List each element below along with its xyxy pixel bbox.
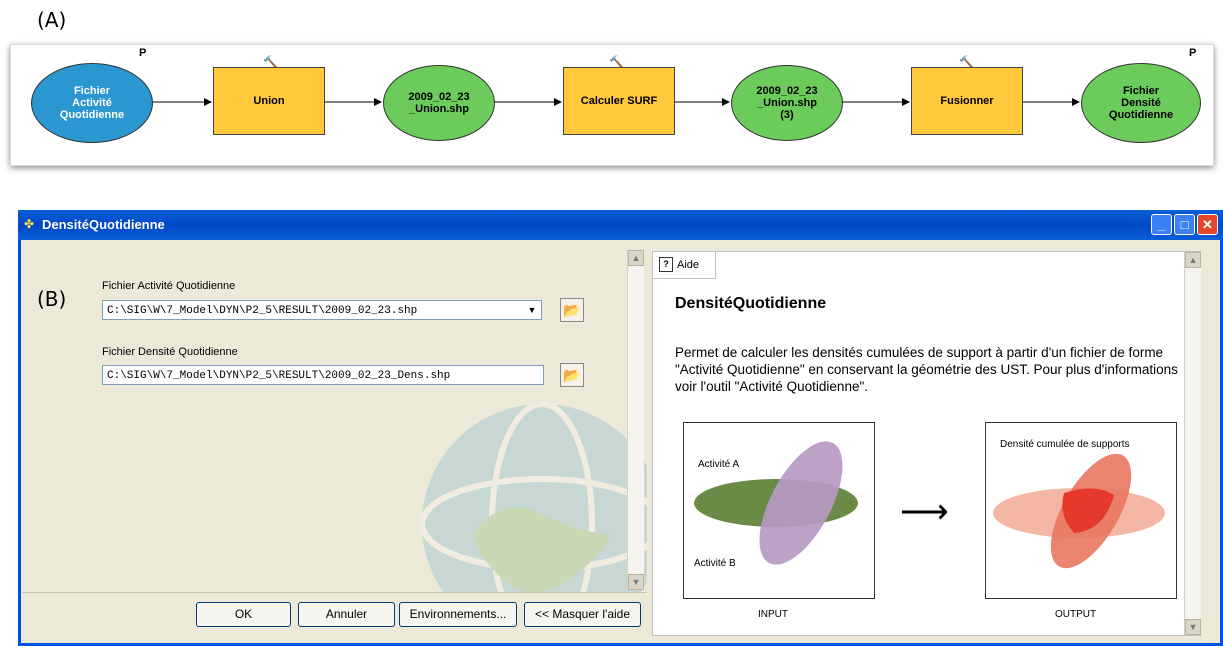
dropdown-arrow-icon[interactable]: ▼ [524,302,540,318]
minimize-icon[interactable]: _ [1151,214,1172,235]
environments-button[interactable]: Environnements... [399,602,517,627]
node-output-file[interactable]: Fichier Densité Quotidienne [1081,63,1201,143]
scroll-up-icon[interactable]: ▲ [628,250,644,266]
help-panel: ? Aide DensitéQuotidienne Permet de calc… [652,251,1201,636]
window-title: DensitéQuotidienne [42,217,165,232]
maximize-icon[interactable]: □ [1174,214,1195,235]
input-figure: Activité A Activité B [683,422,875,599]
input-caption: INPUT [758,609,788,620]
node-input-file[interactable]: Fichier Activité Quotidienne [31,63,153,143]
button-bar-divider [22,592,647,593]
model-diagram: P Fichier Activité Quotidienne 🔨 Union 2… [10,44,1214,166]
open-folder-icon[interactable]: 📂 [560,363,584,387]
help-tab[interactable]: ? Aide [653,252,716,279]
globe-watermark [419,401,647,592]
param-marker: P [139,47,147,59]
label-a: (A) [37,8,67,32]
output-figure: Densité cumulée de supports [985,422,1177,599]
help-description: Permet de calculer les densités cumulées… [675,345,1178,394]
densite-label: Densité cumulée de supports [1000,439,1130,450]
field2-label: Fichier Densité Quotidienne [102,346,238,358]
title-bar[interactable]: ✤ DensitéQuotidienne _ □ ✕ [18,210,1223,240]
parameters-panel [22,244,647,592]
scroll-up-icon[interactable]: ▲ [1185,252,1201,268]
density-file-input[interactable]: C:\SIG\W\7_Model\DYN\P2_5\RESULT\2009_02… [102,365,544,385]
node-fusionner[interactable]: Fusionner [911,67,1023,135]
node-calc-output[interactable]: 2009_02_23 _Union.shp (3) [731,65,843,141]
ok-button[interactable]: OK [196,602,291,627]
help-icon: ? [659,257,673,272]
activite-a-label: Activité A [698,459,740,470]
node-union[interactable]: Union [213,67,325,135]
param-marker: P [1189,47,1197,59]
open-folder-icon[interactable]: 📂 [560,298,584,322]
app-icon: ✤ [24,217,35,231]
activity-file-input[interactable]: C:\SIG\W\7_Model\DYN\P2_5\RESULT\2009_02… [102,300,542,320]
input-shapes [694,441,858,565]
label-b: (B) [37,287,67,311]
field1-label: Fichier Activité Quotidienne [102,280,236,292]
help-scrollbar[interactable]: ▲ ▼ [1184,252,1201,635]
right-arrow-icon: ⟶ [900,493,949,531]
close-icon[interactable]: ✕ [1197,214,1218,235]
scroll-down-icon[interactable]: ▼ [1185,619,1201,635]
node-calculer-surf[interactable]: Calculer SURF [563,67,675,135]
hide-help-button[interactable]: << Masquer l'aide [524,602,641,627]
activite-b-label: Activité B [694,558,736,569]
cancel-button[interactable]: Annuler [298,602,395,627]
help-title: DensitéQuotidienne [675,295,827,312]
scroll-down-icon[interactable]: ▼ [628,574,644,590]
left-scrollbar[interactable]: ▲ ▼ [627,250,644,590]
node-union-output[interactable]: 2009_02_23 _Union.shp [383,65,495,141]
output-caption: OUTPUT [1055,609,1097,620]
